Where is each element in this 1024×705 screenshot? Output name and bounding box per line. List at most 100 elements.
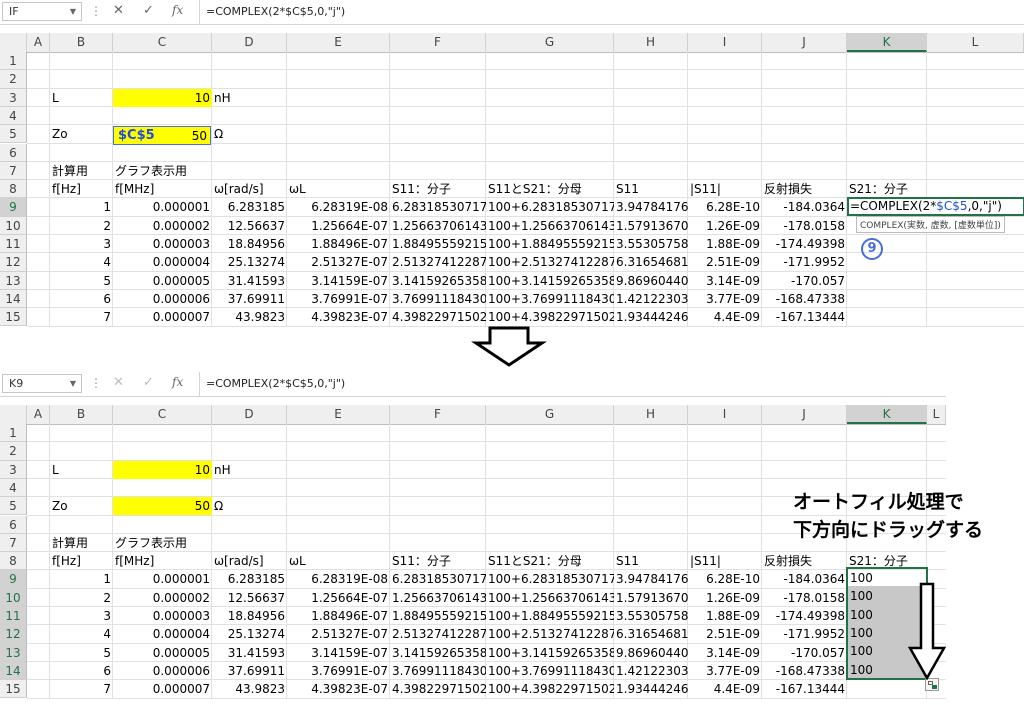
header-cell-f[interactable]: S11：分子 [390, 552, 486, 570]
cell-j14[interactable]: -168.47338 [762, 290, 847, 308]
cell-h12[interactable]: 6.31654681 [614, 625, 688, 643]
column-header-d[interactable]: D [212, 33, 287, 52]
column-header-l[interactable]: L [927, 33, 1024, 52]
cell-h11[interactable]: 3.55305758 [614, 607, 688, 625]
column-header-a[interactable]: A [27, 405, 50, 424]
cell-e12[interactable]: 2.51327E-07 [287, 253, 390, 271]
name-box[interactable]: K9 ▼ [2, 374, 82, 393]
cell-b15[interactable]: 7 [50, 680, 113, 698]
cell-b12[interactable]: 4 [50, 625, 113, 643]
column-header-d[interactable]: D [212, 405, 287, 424]
cell-b13[interactable]: 5 [50, 644, 113, 662]
cell-c3[interactable]: 10 [113, 88, 212, 107]
cell-c14[interactable]: 0.000006 [113, 290, 212, 308]
cell-g13[interactable]: 100+3.14159265358 [486, 644, 614, 662]
cell-h14[interactable]: 1.42122303 [614, 290, 688, 308]
cell-g12[interactable]: 100+2.51327412287 [486, 625, 614, 643]
cell-b11[interactable]: 3 [50, 235, 113, 253]
header-cell-e[interactable]: ωL [287, 552, 390, 570]
column-header-k[interactable]: K [847, 405, 927, 424]
cell-f9[interactable]: 6.28318530717 [390, 198, 486, 216]
cell-e14[interactable]: 3.76991E-07 [287, 290, 390, 308]
cell-f15[interactable]: 4.39822971502 [390, 308, 486, 326]
column-header-h[interactable]: H [614, 405, 688, 424]
cell-b3[interactable]: L [50, 461, 113, 479]
header-cell-e[interactable]: ωL [287, 180, 390, 198]
cell-h13[interactable]: 9.86960440 [614, 644, 688, 662]
cell-g10[interactable]: 100+1.25663706143 [486, 217, 614, 235]
cell-b10[interactable]: 2 [50, 589, 113, 607]
row-header-14[interactable]: 14 [0, 289, 27, 309]
row-header-2[interactable]: 2 [0, 70, 27, 89]
row-header-13[interactable]: 13 [0, 271, 27, 290]
row-header-10[interactable]: 10 [0, 216, 27, 235]
cell-d15[interactable]: 43.9823 [212, 308, 287, 326]
cell-d3[interactable]: nH [212, 89, 287, 107]
cell-e15[interactable]: 4.39823E-07 [287, 308, 390, 326]
cell-d11[interactable]: 18.84956 [212, 235, 287, 253]
cell-j11[interactable]: -174.49398 [762, 607, 847, 625]
cell-j10[interactable]: -178.0158 [762, 589, 847, 607]
header-cell-j[interactable]: 反射損失 [762, 552, 847, 570]
cell-j9[interactable]: -184.0364 [762, 570, 847, 588]
cell-f13[interactable]: 3.14159265358 [390, 644, 486, 662]
cell-c3[interactable]: 10 [113, 460, 212, 479]
header-cell-d[interactable]: ω[rad/s] [212, 552, 287, 570]
row-header-9[interactable]: 9 [0, 198, 27, 217]
cell-b5[interactable]: Zo [50, 125, 113, 143]
row-header-8[interactable]: 8 [0, 552, 27, 571]
header-cell-j[interactable]: 反射損失 [762, 180, 847, 198]
cell-i9[interactable]: 6.28E-10 [688, 198, 762, 216]
select-all-corner[interactable] [0, 33, 27, 52]
cell-c12[interactable]: 0.000004 [113, 625, 212, 643]
cell-c15[interactable]: 0.000007 [113, 680, 212, 698]
cell-c11[interactable]: 0.000003 [113, 607, 212, 625]
cell-j13[interactable]: -170.057 [762, 272, 847, 290]
cell-d15[interactable]: 43.9823 [212, 680, 287, 698]
column-header-c[interactable]: C [113, 33, 212, 52]
cell-f10[interactable]: 1.25663706143 [390, 589, 486, 607]
cell-e11[interactable]: 1.88496E-07 [287, 607, 390, 625]
cell-j15[interactable]: -167.13444 [762, 308, 847, 326]
cell-b9[interactable]: 1 [50, 570, 113, 588]
cell-i10[interactable]: 1.26E-09 [688, 217, 762, 235]
cell-e11[interactable]: 1.88496E-07 [287, 235, 390, 253]
column-header-c[interactable]: C [113, 405, 212, 424]
cell-d13[interactable]: 31.41593 [212, 644, 287, 662]
cell-i15[interactable]: 4.4E-09 [688, 308, 762, 326]
cell-j13[interactable]: -170.057 [762, 644, 847, 662]
row-header-6[interactable]: 6 [0, 143, 27, 162]
column-header-f[interactable]: F [390, 33, 486, 52]
cell-e13[interactable]: 3.14159E-07 [287, 644, 390, 662]
header-cell-b[interactable]: f[Hz] [50, 180, 113, 198]
cell-b13[interactable]: 5 [50, 272, 113, 290]
cell-e9[interactable]: 6.28319E-08 [287, 570, 390, 588]
column-header-j[interactable]: J [762, 33, 847, 52]
row-header-1[interactable]: 1 [0, 52, 27, 71]
cell-d9[interactable]: 6.283185 [212, 570, 287, 588]
name-box[interactable]: IF ▼ [2, 2, 82, 21]
cancel-icon[interactable]: ✕ [113, 375, 124, 390]
header-cell-g[interactable]: S11とS21：分母 [486, 552, 614, 570]
cell-d12[interactable]: 25.13274 [212, 253, 287, 271]
cancel-icon[interactable]: ✕ [113, 3, 124, 18]
cell-g14[interactable]: 100+3.76991118430 [486, 662, 614, 680]
cell-e10[interactable]: 1.25664E-07 [287, 589, 390, 607]
row-header-8[interactable]: 8 [0, 180, 27, 199]
row-header-6[interactable]: 6 [0, 515, 27, 534]
row-header-12[interactable]: 12 [0, 253, 27, 272]
cell-d14[interactable]: 37.69911 [212, 290, 287, 308]
cell-b14[interactable]: 6 [50, 290, 113, 308]
header-cell-h[interactable]: S11 [614, 552, 688, 570]
cell-f15[interactable]: 4.39822971502 [390, 680, 486, 698]
cell-h11[interactable]: 3.55305758 [614, 235, 688, 253]
cell-i14[interactable]: 3.77E-09 [688, 662, 762, 680]
cell-j14[interactable]: -168.47338 [762, 662, 847, 680]
row-header-12[interactable]: 12 [0, 625, 27, 644]
enter-icon[interactable]: ✓ [143, 375, 154, 390]
cell-h12[interactable]: 6.31654681 [614, 253, 688, 271]
cell-i10[interactable]: 1.26E-09 [688, 589, 762, 607]
cell-c5-editing[interactable]: $C$5 50 [113, 126, 211, 145]
cell-c10[interactable]: 0.000002 [113, 589, 212, 607]
cell-b15[interactable]: 7 [50, 308, 113, 326]
